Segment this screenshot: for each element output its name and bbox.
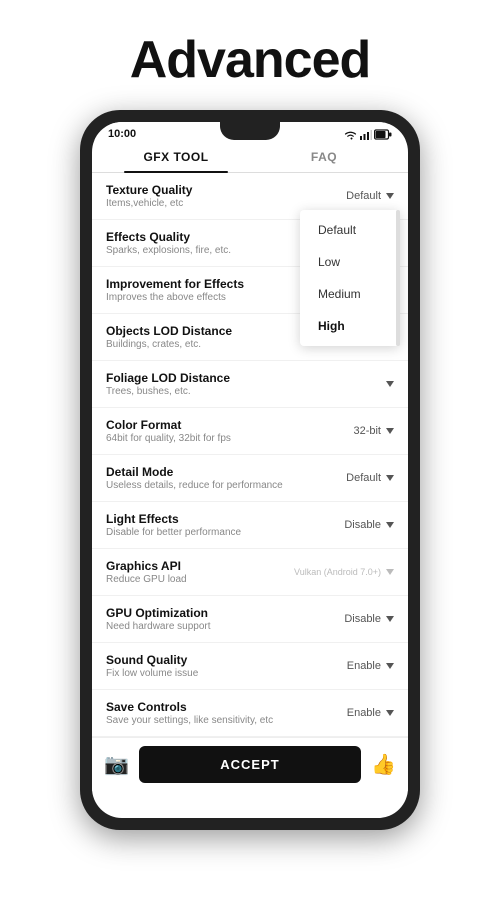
wifi-icon bbox=[344, 129, 357, 140]
phone-frame: 10:00 bbox=[80, 110, 420, 830]
setting-info-light-effects: Light Effects Disable for better perform… bbox=[106, 512, 344, 538]
setting-label-graphics-api: Graphics API bbox=[106, 559, 294, 573]
gpu-optimization-arrow bbox=[386, 616, 394, 622]
graphics-api-arrow bbox=[386, 569, 394, 575]
setting-desc-sound-quality: Fix low volume issue bbox=[106, 668, 347, 679]
setting-desc-save-controls: Save your settings, like sensitivity, et… bbox=[106, 715, 347, 726]
setting-value-foliage-lod[interactable] bbox=[383, 381, 394, 387]
dropdown-item-high[interactable]: High bbox=[300, 310, 400, 342]
setting-label-gpu-optimization: GPU Optimization bbox=[106, 606, 344, 620]
setting-value-graphics-api[interactable]: Vulkan (Android 7.0+) bbox=[294, 567, 394, 577]
setting-info-color-format: Color Format 64bit for quality, 32bit fo… bbox=[106, 418, 353, 444]
setting-value-color-format[interactable]: 32-bit bbox=[353, 425, 394, 437]
light-effects-arrow bbox=[386, 522, 394, 528]
tab-gfx-tool[interactable]: GFX TOOL bbox=[102, 140, 250, 172]
setting-row-sound-quality: Sound Quality Fix low volume issue Enabl… bbox=[92, 643, 408, 690]
setting-desc-graphics-api: Reduce GPU load bbox=[106, 574, 294, 585]
setting-row-save-controls: Save Controls Save your settings, like s… bbox=[92, 690, 408, 737]
setting-value-sound-quality[interactable]: Enable bbox=[347, 660, 394, 672]
setting-label-color-format: Color Format bbox=[106, 418, 353, 432]
page-title: Advanced bbox=[130, 30, 371, 90]
status-icons bbox=[344, 129, 392, 140]
color-format-value: 32-bit bbox=[353, 425, 381, 437]
dropdown-popup: Default Low Medium High bbox=[300, 210, 400, 346]
setting-row-foliage-lod: Foliage LOD Distance Trees, bushes, etc. bbox=[92, 361, 408, 408]
setting-label-texture-quality: Texture Quality bbox=[106, 183, 346, 197]
gpu-optimization-value: Disable bbox=[344, 613, 381, 625]
detail-mode-arrow bbox=[386, 475, 394, 481]
setting-desc-color-format: 64bit for quality, 32bit for fps bbox=[106, 433, 353, 444]
setting-value-save-controls[interactable]: Enable bbox=[347, 707, 394, 719]
setting-desc-light-effects: Disable for better performance bbox=[106, 527, 344, 538]
setting-row-light-effects: Light Effects Disable for better perform… bbox=[92, 502, 408, 549]
setting-info-texture-quality: Texture Quality Items,vehicle, etc bbox=[106, 183, 346, 209]
dropdown-item-low[interactable]: Low bbox=[300, 246, 400, 278]
setting-desc-gpu-optimization: Need hardware support bbox=[106, 621, 344, 632]
setting-row-effects-quality: Effects Quality Sparks, explosions, fire… bbox=[92, 220, 408, 267]
setting-value-texture-quality[interactable]: Default bbox=[346, 190, 394, 202]
setting-info-save-controls: Save Controls Save your settings, like s… bbox=[106, 700, 347, 726]
save-controls-value: Enable bbox=[347, 707, 381, 719]
setting-row-detail-mode: Detail Mode Useless details, reduce for … bbox=[92, 455, 408, 502]
setting-label-detail-mode: Detail Mode bbox=[106, 465, 346, 479]
setting-value-light-effects[interactable]: Disable bbox=[344, 519, 394, 531]
accept-button[interactable]: ACCEPT bbox=[139, 746, 361, 783]
texture-quality-value: Default bbox=[346, 190, 381, 202]
setting-row-color-format: Color Format 64bit for quality, 32bit fo… bbox=[92, 408, 408, 455]
setting-value-gpu-optimization[interactable]: Disable bbox=[344, 613, 394, 625]
detail-mode-value: Default bbox=[346, 472, 381, 484]
setting-label-foliage-lod: Foliage LOD Distance bbox=[106, 371, 383, 385]
setting-row-graphics-api: Graphics API Reduce GPU load Vulkan (And… bbox=[92, 549, 408, 596]
light-effects-value: Disable bbox=[344, 519, 381, 531]
setting-desc-texture-quality: Items,vehicle, etc bbox=[106, 198, 346, 209]
sound-quality-value: Enable bbox=[347, 660, 381, 672]
graphics-api-value: Vulkan (Android 7.0+) bbox=[294, 567, 381, 577]
setting-desc-detail-mode: Useless details, reduce for performance bbox=[106, 480, 346, 491]
setting-info-sound-quality: Sound Quality Fix low volume issue bbox=[106, 653, 347, 679]
settings-list: Texture Quality Items,vehicle, etc Defau… bbox=[92, 173, 408, 737]
phone-screen: 10:00 bbox=[92, 122, 408, 818]
foliage-lod-arrow bbox=[386, 381, 394, 387]
setting-info-foliage-lod: Foliage LOD Distance Trees, bushes, etc. bbox=[106, 371, 383, 397]
thumbs-up-icon[interactable]: 👍 bbox=[371, 752, 396, 777]
dropdown-scrollbar bbox=[396, 210, 400, 346]
setting-row-gpu-optimization: GPU Optimization Need hardware support D… bbox=[92, 596, 408, 643]
texture-quality-arrow bbox=[386, 193, 394, 199]
tab-bar: GFX TOOL FAQ bbox=[92, 140, 408, 173]
dropdown-item-medium[interactable]: Medium bbox=[300, 278, 400, 310]
bottom-bar: 📷 ACCEPT 👍 bbox=[92, 737, 408, 791]
setting-label-sound-quality: Sound Quality bbox=[106, 653, 347, 667]
color-format-arrow bbox=[386, 428, 394, 434]
setting-label-save-controls: Save Controls bbox=[106, 700, 347, 714]
sound-quality-arrow bbox=[386, 663, 394, 669]
setting-desc-foliage-lod: Trees, bushes, etc. bbox=[106, 386, 383, 397]
notch bbox=[220, 122, 280, 140]
setting-info-detail-mode: Detail Mode Useless details, reduce for … bbox=[106, 465, 346, 491]
save-controls-arrow bbox=[386, 710, 394, 716]
signal-icon bbox=[359, 129, 372, 140]
setting-info-gpu-optimization: GPU Optimization Need hardware support bbox=[106, 606, 344, 632]
tab-faq[interactable]: FAQ bbox=[250, 140, 398, 172]
battery-icon bbox=[374, 129, 392, 140]
dropdown-item-default[interactable]: Default bbox=[300, 214, 400, 246]
status-bar: 10:00 bbox=[92, 122, 408, 140]
setting-label-light-effects: Light Effects bbox=[106, 512, 344, 526]
instagram-icon[interactable]: 📷 bbox=[104, 752, 129, 777]
setting-value-detail-mode[interactable]: Default bbox=[346, 472, 394, 484]
setting-info-graphics-api: Graphics API Reduce GPU load bbox=[106, 559, 294, 585]
status-time: 10:00 bbox=[108, 128, 136, 140]
